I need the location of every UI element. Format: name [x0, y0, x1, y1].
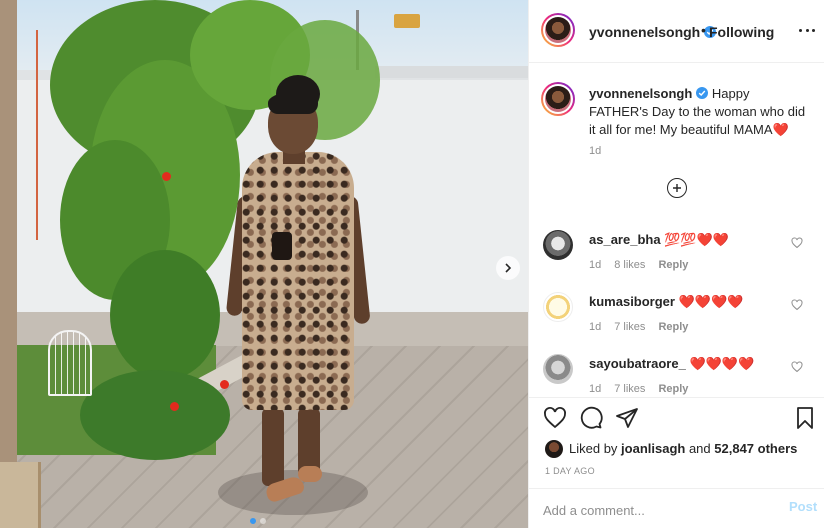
reply-button[interactable]: Reply — [658, 321, 688, 333]
heart-icon[interactable] — [791, 299, 803, 311]
comment-time[interactable]: 1d — [589, 321, 601, 333]
comment-avatar[interactable] — [543, 354, 573, 384]
flower — [162, 172, 171, 181]
woman-leg — [262, 408, 284, 486]
author-avatar[interactable] — [541, 13, 575, 47]
reply-button[interactable]: Reply — [658, 259, 688, 271]
crate — [0, 462, 41, 528]
more-icon[interactable] — [799, 22, 815, 38]
bush — [110, 250, 220, 380]
comment-username[interactable]: kumasiborger — [589, 294, 675, 309]
caption: yvonnenelsongh Happy FATHER's Day to the… — [589, 85, 811, 139]
comment-item: as_are_bha 💯💯❤️❤️ 1d 8 likes Reply — [529, 230, 824, 290]
actions-divider — [529, 397, 824, 399]
wooden-post — [0, 0, 17, 528]
liker-username[interactable]: joanlisagh — [621, 441, 685, 456]
heart-icon[interactable] — [543, 406, 567, 430]
comment-likes[interactable]: 7 likes — [614, 321, 645, 333]
add-comment-bar: Post — [529, 488, 824, 528]
bookmark-icon[interactable] — [793, 406, 817, 430]
carousel-dot — [260, 518, 266, 524]
chevron-right-icon — [505, 263, 512, 273]
comment-text: sayoubatraore_ ❤️❤️❤️❤️ — [589, 356, 754, 372]
load-more-comments-button[interactable] — [667, 178, 687, 198]
author-username-text[interactable]: yvonnenelsongh — [589, 24, 700, 40]
reply-button[interactable]: Reply — [658, 383, 688, 395]
following-button[interactable]: Following — [709, 24, 774, 40]
dress-belt — [272, 232, 292, 260]
carousel-dots — [250, 518, 266, 524]
comment-input[interactable] — [543, 501, 763, 519]
post-sidebar: yvonnenelsongh • Following yvonnenelsong… — [528, 0, 824, 528]
wall-cap — [375, 66, 528, 78]
comment-meta: 1d 8 likes Reply — [589, 259, 688, 271]
post-timestamp[interactable]: 1 DAY AGO — [545, 466, 595, 476]
comment-meta: 1d 7 likes Reply — [589, 383, 688, 395]
flower — [170, 402, 179, 411]
comment-time[interactable]: 1d — [589, 259, 601, 271]
likes-count[interactable]: 52,847 others — [714, 441, 797, 456]
header-bullet: • — [701, 22, 706, 38]
comment-meta: 1d 7 likes Reply — [589, 321, 688, 333]
comment-icon[interactable] — [579, 406, 603, 430]
carousel-next-button[interactable] — [496, 256, 520, 280]
comment-item: sayoubatraore_ ❤️❤️❤️❤️ 1d 7 likes Reply — [529, 354, 824, 414]
post-comment-button[interactable]: Post — [789, 499, 817, 514]
comment-username[interactable]: as_are_bha — [589, 232, 661, 247]
comment-item: kumasiborger ❤️❤️❤️❤️ 1d 7 likes Reply — [529, 292, 824, 352]
caption-time[interactable]: 1d — [589, 145, 601, 157]
carousel-dot-active — [250, 518, 256, 524]
comment-emoji: ❤️❤️❤️❤️ — [678, 294, 744, 309]
comment-avatar[interactable] — [543, 230, 573, 260]
comment-likes[interactable]: 8 likes — [614, 259, 645, 271]
caption-emoji: ❤️ — [772, 122, 789, 137]
comment-avatar[interactable] — [543, 292, 573, 322]
author-username[interactable]: yvonnenelsongh — [589, 24, 717, 40]
rope — [36, 30, 38, 240]
woman-shoe — [298, 466, 322, 482]
comment-username[interactable]: sayoubatraore_ — [589, 356, 686, 371]
liker-avatar[interactable] — [545, 440, 563, 458]
comment-emoji: 💯💯❤️❤️ — [664, 232, 729, 247]
caption-avatar[interactable] — [541, 82, 575, 116]
likes-prefix: Liked by — [569, 441, 622, 456]
plant — [80, 370, 230, 460]
comment-text: as_are_bha 💯💯❤️❤️ — [589, 232, 729, 248]
woman-hair-bun — [276, 75, 320, 113]
heart-icon[interactable] — [791, 237, 803, 249]
woman-dress — [242, 152, 354, 410]
post-photo[interactable] — [0, 0, 528, 528]
flower — [220, 380, 229, 389]
comment-text: kumasiborger ❤️❤️❤️❤️ — [589, 294, 743, 310]
caption-username[interactable]: yvonnenelsongh — [589, 86, 692, 101]
share-icon[interactable] — [615, 406, 639, 430]
post-header: yvonnenelsongh • Following — [529, 0, 824, 63]
heart-icon[interactable] — [791, 361, 803, 373]
sign — [394, 14, 420, 28]
comment-likes[interactable]: 7 likes — [614, 383, 645, 395]
verified-icon — [696, 87, 709, 99]
likes-summary: Liked by joanlisagh and 52,847 others — [569, 441, 797, 456]
load-more-icon — [673, 184, 681, 192]
comment-emoji: ❤️❤️❤️❤️ — [689, 356, 755, 371]
birdcage — [48, 330, 92, 396]
likes-middle: and — [685, 441, 715, 456]
comment-time[interactable]: 1d — [589, 383, 601, 395]
